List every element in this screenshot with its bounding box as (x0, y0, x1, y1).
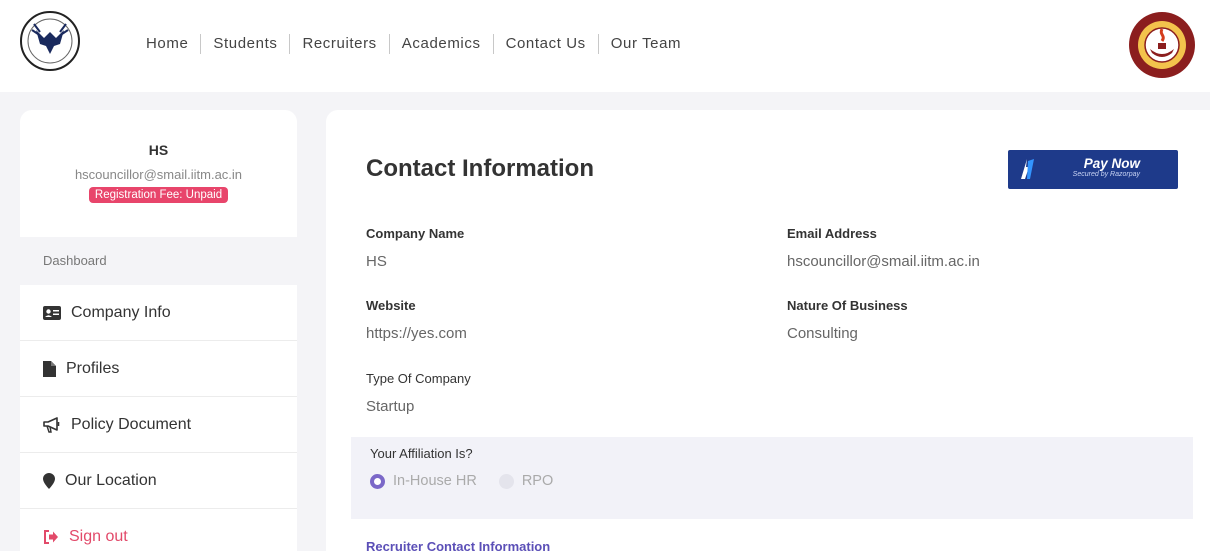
nav-recruiters[interactable]: Recruiters (289, 34, 388, 54)
sidebar-item-company-info[interactable]: Company Info (20, 285, 297, 341)
id-card-icon (43, 305, 61, 320)
sidebar-item-our-location[interactable]: Our Location (20, 453, 297, 509)
institute-seal-logo[interactable] (1126, 11, 1198, 79)
pay-now-button[interactable]: Pay Now Secured by Razorpay (1008, 150, 1178, 189)
sidebar-item-label: Our Location (65, 471, 157, 489)
sidebar-item-policy-document[interactable]: Policy Document (20, 397, 297, 453)
sidebar-item-label: Company Info (71, 303, 171, 321)
top-header: Home Students Recruiters Academics Conta… (0, 0, 1210, 92)
field-label: Nature Of Business (787, 298, 908, 313)
radio-label: In-House HR (393, 473, 477, 489)
nav-academics[interactable]: Academics (388, 34, 493, 54)
nav-home[interactable]: Home (146, 34, 200, 54)
field-label: Type Of Company (366, 371, 471, 386)
radio-label: RPO (521, 473, 554, 489)
field-value: hscouncillor@smail.iitm.ac.in (787, 253, 980, 270)
affiliation-label: Your Affiliation Is? (370, 446, 473, 461)
placement-cell-logo[interactable] (14, 10, 86, 72)
field-nature-of-business: Nature Of Business Consulting (787, 298, 908, 342)
field-value: https://yes.com (366, 325, 467, 342)
sign-out-icon (44, 530, 58, 544)
field-label: Company Name (366, 226, 465, 241)
affiliation-section: Your Affiliation Is? In-House HR RPO (351, 437, 1193, 519)
field-email: Email Address hscouncillor@smail.iitm.ac… (787, 226, 980, 270)
recruiter-section-heading: Recruiter Contact Information (366, 539, 551, 551)
nav-our-team[interactable]: Our Team (597, 34, 693, 54)
radio-in-house-hr[interactable] (370, 473, 385, 489)
sidebar-item-label: Profiles (66, 359, 120, 377)
nav-students[interactable]: Students (200, 34, 289, 54)
field-value: Startup (366, 398, 415, 415)
sidebar: HS hscouncillor@smail.iitm.ac.in Registr… (20, 110, 297, 551)
profile-email: hscouncillor@smail.iitm.ac.in (74, 167, 243, 182)
field-value: Consulting (787, 325, 858, 342)
sidebar-item-label: Policy Document (71, 415, 192, 433)
pay-now-label: Pay Now (1083, 156, 1140, 171)
map-pin-icon (43, 472, 55, 489)
field-type-of-company: Type Of Company Startup (366, 371, 471, 415)
sidebar-item-profiles[interactable]: Profiles (20, 341, 297, 397)
megaphone-icon (43, 416, 60, 433)
sidebar-item-sign-out[interactable]: Sign out (20, 509, 297, 551)
nav-contact-us[interactable]: Contact Us (492, 34, 598, 54)
pay-now-sublabel: Secured by Razorpay (1072, 171, 1140, 178)
field-label: Email Address (787, 226, 877, 241)
field-value: HS (366, 253, 387, 270)
page-title: Contact Information (366, 155, 594, 182)
field-label: Website (366, 298, 416, 313)
contact-info-panel: Contact Information Pay Now Secured by R… (326, 110, 1210, 551)
field-website: Website https://yes.com (366, 298, 467, 342)
dashboard-section-label: Dashboard (20, 237, 297, 285)
profile-card: HS hscouncillor@smail.iitm.ac.in Registr… (20, 110, 297, 237)
file-icon (43, 360, 56, 377)
razorpay-logo-icon (1021, 159, 1034, 179)
profile-name: HS (148, 142, 169, 158)
sidebar-item-label: Sign out (69, 528, 128, 545)
main-nav: Home Students Recruiters Academics Conta… (146, 34, 693, 54)
field-company-name: Company Name HS (366, 226, 464, 270)
affiliation-radio-group: In-House HR RPO (370, 473, 553, 489)
fee-status-badge: Registration Fee: Unpaid (88, 187, 229, 203)
radio-rpo[interactable] (498, 473, 514, 489)
